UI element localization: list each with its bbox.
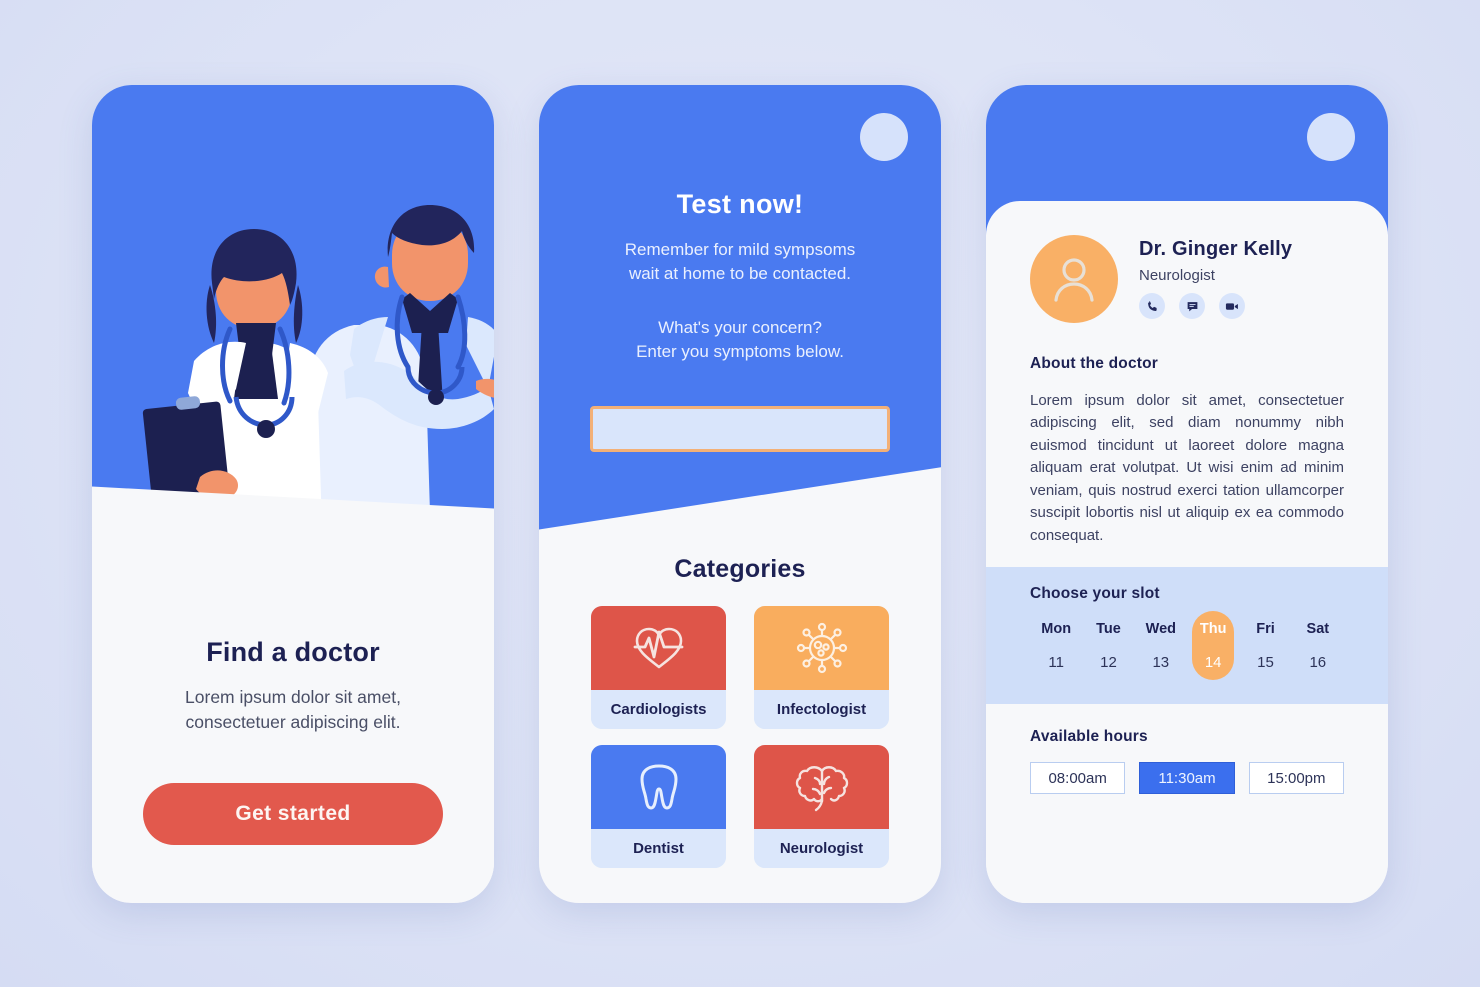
category-card-neurologist[interactable]: Neurologist (754, 744, 889, 868)
day-name: Tue (1096, 621, 1121, 637)
about-section: About the doctor Lorem ipsum dolor sit a… (1030, 323, 1344, 548)
day-option-fri[interactable]: Fri 15 (1239, 611, 1291, 680)
category-card-dentist[interactable]: Dentist (591, 744, 726, 868)
categories-grid: Cardiologists Infectologist Dentist Neur… (591, 605, 889, 868)
categories-section: Categories Cardiologists Infectologist D… (539, 555, 941, 868)
day-number: 14 (1204, 654, 1222, 671)
day-option-wed[interactable]: Wed 13 (1135, 611, 1187, 680)
day-name: Fri (1256, 621, 1275, 637)
screen-symptom-test: Test now! Remember for mild sympsoms wai… (539, 84, 941, 903)
subtitle-line-2: consectetuer adipiscing elit. (185, 711, 401, 732)
category-card-cardiologists[interactable]: Cardiologists (591, 605, 726, 729)
hours-list: 08:00am 11:30am 15:00pm (1030, 762, 1344, 794)
circle-avatar-icon[interactable] (860, 112, 908, 161)
slot-picker-section: Choose your slot Mon 11 Tue 12 Wed 13 Th… (986, 567, 1388, 704)
person-avatar-icon (1030, 234, 1118, 323)
heart-pulse-icon (591, 605, 726, 690)
prompt-line-1: What's your concern? (658, 318, 822, 338)
category-label: Neurologist (754, 828, 889, 868)
day-option-mon[interactable]: Mon 11 (1030, 611, 1082, 680)
category-card-infectologist[interactable]: Infectologist (754, 605, 889, 729)
hour-option-1130am[interactable]: 11:30am (1139, 762, 1235, 794)
get-started-button[interactable]: Get started (143, 782, 443, 845)
app-mockup-stage: Find a doctor Lorem ipsum dolor sit amet… (0, 0, 1480, 987)
about-body: Lorem ipsum dolor sit amet, consectetuer… (1030, 391, 1344, 544)
day-number: 16 (1309, 654, 1327, 671)
note-text: Remember for mild sympsoms wait at home … (565, 238, 915, 287)
brain-icon (754, 744, 889, 829)
day-name: Mon (1041, 621, 1072, 637)
screen-find-a-doctor: Find a doctor Lorem ipsum dolor sit amet… (92, 84, 494, 903)
page-title: Find a doctor (206, 636, 380, 667)
day-name: Wed (1145, 621, 1176, 637)
about-title: About the doctor (1030, 354, 1159, 372)
virus-icon (754, 605, 889, 690)
note-line-1: Remember for mild sympsoms (624, 239, 856, 259)
symptoms-input[interactable] (590, 405, 890, 452)
profile-card: Dr. Ginger Kelly Neurologist About the d… (986, 200, 1388, 903)
day-number: 15 (1257, 654, 1274, 671)
doctor-info: Dr. Ginger Kelly Neurologist (1139, 238, 1292, 319)
category-label: Dentist (591, 828, 726, 868)
page-subtitle: Lorem ipsum dolor sit amet, consectetuer… (128, 685, 458, 735)
note-line-2: wait at home to be contacted. (628, 263, 852, 283)
category-label: Cardiologists (591, 689, 726, 729)
hour-option-1500pm[interactable]: 15:00pm (1248, 762, 1344, 794)
prompt-line-2: Enter you symptoms below. (636, 342, 844, 362)
screen1-content: Find a doctor Lorem ipsum dolor sit amet… (92, 637, 494, 903)
screen2-header: Test now! Remember for mild sympsoms wai… (539, 189, 941, 365)
screen-doctor-profile: Dr. Ginger Kelly Neurologist About the d… (986, 84, 1388, 903)
doctor-specialty: Neurologist (1139, 267, 1215, 284)
category-label: Infectologist (754, 689, 889, 729)
page-title: Test now! (676, 188, 804, 219)
day-number: 11 (1048, 654, 1064, 671)
video-icon[interactable] (1219, 293, 1245, 319)
profile-header-area: Dr. Ginger Kelly Neurologist About the d… (986, 201, 1388, 548)
circle-avatar-icon[interactable] (1307, 112, 1355, 161)
chat-icon[interactable] (1179, 293, 1205, 319)
tooth-icon (591, 744, 726, 829)
contact-actions (1139, 293, 1292, 319)
day-name: Thu (1199, 621, 1227, 637)
doctor-row: Dr. Ginger Kelly Neurologist (1030, 201, 1344, 323)
prompt-text: What's your concern? Enter you symptoms … (565, 316, 915, 365)
doctor-name: Dr. Ginger Kelly (1139, 238, 1293, 260)
day-option-sat[interactable]: Sat 16 (1292, 611, 1344, 680)
day-option-thu[interactable]: Thu 14 (1187, 611, 1239, 680)
day-number: 13 (1152, 654, 1170, 671)
hour-option-0800am[interactable]: 08:00am (1030, 762, 1126, 794)
hours-title: Available hours (1030, 728, 1148, 745)
day-option-tue[interactable]: Tue 12 (1082, 611, 1134, 680)
available-hours-section: Available hours 08:00am 11:30am 15:00pm (986, 704, 1388, 794)
slot-title: Choose your slot (1030, 585, 1160, 602)
day-number: 12 (1100, 654, 1117, 671)
phone-icon[interactable] (1139, 293, 1165, 319)
day-selector: Mon 11 Tue 12 Wed 13 Thu 14 Fri 15 Sat 1… (1030, 611, 1344, 680)
categories-title: Categories (674, 554, 806, 583)
day-name: Sat (1306, 621, 1330, 637)
doctors-illustration (142, 204, 494, 525)
subtitle-line-1: Lorem ipsum dolor sit amet, (185, 686, 401, 707)
